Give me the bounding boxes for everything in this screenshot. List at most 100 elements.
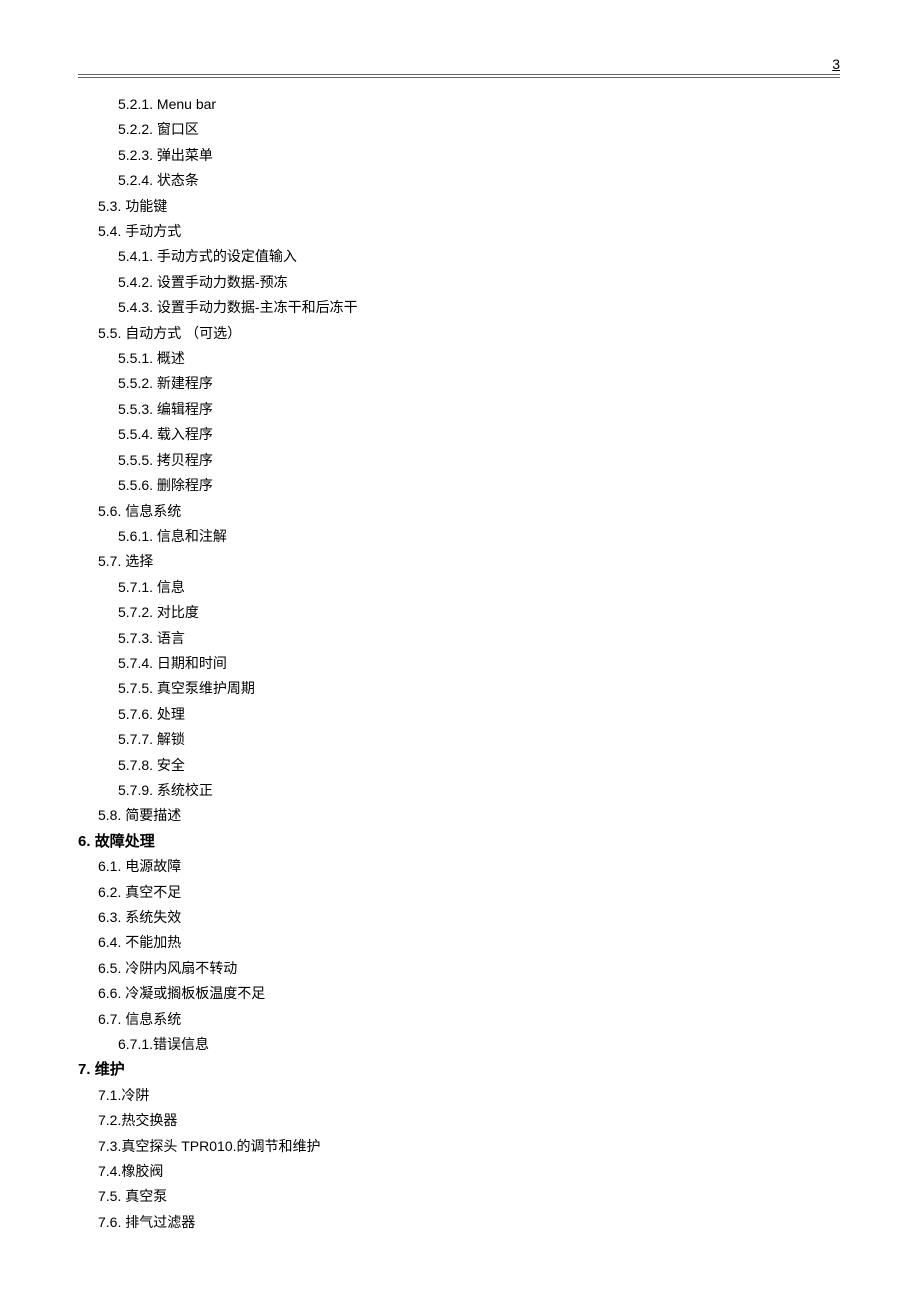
toc-number: 5.2.2.: [118, 121, 153, 137]
toc-title: 错误信息: [153, 1036, 209, 1052]
toc-entry: 6.5. 冷阱内风扇不转动: [78, 956, 840, 981]
toc-title: 橡胶阀: [121, 1163, 163, 1179]
toc-title: 编辑程序: [157, 401, 213, 417]
toc-entry: 7.4.橡胶阀: [78, 1159, 840, 1184]
document-page: 3 5.2.1. Menu bar5.2.2. 窗口区5.2.3. 弹出菜单5.…: [0, 0, 920, 1302]
toc-entry: 6.1. 电源故障: [78, 854, 840, 879]
toc-title: 设置手动力数据-主冻干和后冻干: [157, 299, 358, 315]
toc-number: 6.6.: [98, 985, 121, 1001]
toc-title: Menu bar: [157, 96, 216, 112]
header-rule-1: [78, 74, 840, 75]
toc-title: 简要描述: [125, 807, 181, 823]
toc-number: 7.3.: [98, 1138, 121, 1154]
toc-number: 5.5.3.: [118, 401, 153, 417]
toc-title: 热交换器: [121, 1112, 177, 1128]
toc-title: 不能加热: [125, 934, 181, 950]
toc-number: 7.2.: [98, 1112, 121, 1128]
toc-title: 自动方式 （可选）: [125, 325, 241, 341]
toc-number: 5.4.3.: [118, 299, 153, 315]
toc-title: 功能键: [125, 198, 167, 214]
toc-number: 5.3.: [98, 198, 121, 214]
toc-entry: 6.4. 不能加热: [78, 930, 840, 955]
toc-entry: 5.7.6. 处理: [78, 702, 840, 727]
toc-title: 系统校正: [157, 782, 213, 798]
toc-entry: 5.2.3. 弹出菜单: [78, 143, 840, 168]
toc-entry: 6.2. 真空不足: [78, 880, 840, 905]
toc-number: 5.6.1.: [118, 528, 153, 544]
toc-title: 新建程序: [157, 375, 213, 391]
toc-title: 冷阱内风扇不转动: [125, 960, 237, 976]
toc-number: 5.4.1.: [118, 248, 153, 264]
toc-number: 5.7.1.: [118, 579, 153, 595]
toc-entry: 5.8. 简要描述: [78, 803, 840, 828]
toc-entry: 5.7.8. 安全: [78, 753, 840, 778]
toc-number: 5.7.5.: [118, 680, 153, 696]
toc-number: 5.8.: [98, 807, 121, 823]
toc-number: 5.7.8.: [118, 757, 153, 773]
toc-title: 信息和注解: [157, 528, 227, 544]
toc-title: 信息系统: [125, 1011, 181, 1027]
toc-number: 5.5.2.: [118, 375, 153, 391]
toc-title: 日期和时间: [157, 655, 227, 671]
toc-entry: 5.7.4. 日期和时间: [78, 651, 840, 676]
toc-title: 系统失效: [125, 909, 181, 925]
toc-title: 处理: [157, 706, 185, 722]
table-of-contents: 5.2.1. Menu bar 5.2.2. 窗口区 5.2.3. 弹出菜单5.2.…: [78, 92, 840, 1235]
toc-number: 5.5.: [98, 325, 121, 341]
toc-number: 6.3.: [98, 909, 121, 925]
toc-entry: 5.7.5. 真空泵维护周期: [78, 676, 840, 701]
toc-title: 信息: [157, 579, 185, 595]
toc-number: 5.5.4.: [118, 426, 153, 442]
toc-number: 5.2.3.: [118, 147, 153, 163]
toc-number: 5.4.2.: [118, 274, 153, 290]
toc-title: 电源故障: [125, 858, 181, 874]
toc-title: 载入程序: [157, 426, 213, 442]
toc-entry: 5.2.1. Menu bar: [78, 92, 840, 117]
toc-number: 6.5.: [98, 960, 121, 976]
toc-title: 概述: [157, 350, 185, 366]
toc-entry: 5.5.5. 拷贝程序: [78, 448, 840, 473]
toc-title: 窗口区: [157, 121, 199, 137]
toc-entry: 5.5.3. 编辑程序: [78, 397, 840, 422]
toc-title: 真空不足: [125, 884, 181, 900]
toc-entry: 5.4.2. 设置手动力数据-预冻: [78, 270, 840, 295]
toc-number: 6.7.1.: [118, 1036, 153, 1052]
toc-title: 真空探头 TPR010.的调节和维护: [121, 1138, 320, 1154]
toc-entry: 5.5.2. 新建程序: [78, 371, 840, 396]
toc-title: 状态条: [157, 172, 199, 188]
toc-number: 6.4.: [98, 934, 121, 950]
toc-entry: 7.2.热交换器: [78, 1108, 840, 1133]
toc-title: 排气过滤器: [125, 1214, 195, 1230]
toc-number: 5.7.2.: [118, 604, 153, 620]
toc-title: 维护: [95, 1061, 125, 1078]
toc-entry: 5.2.4. 状态条: [78, 168, 840, 193]
toc-title: 设置手动力数据-预冻: [157, 274, 288, 290]
toc-title: 信息系统: [125, 503, 181, 519]
toc-number: 7.4.: [98, 1163, 121, 1179]
toc-title: 手动方式: [125, 223, 181, 239]
toc-title: 手动方式的设定值输入: [157, 248, 297, 264]
toc-title: 安全: [157, 757, 185, 773]
toc-number: 5.7.3.: [118, 630, 153, 646]
toc-title: 解锁: [157, 731, 185, 747]
toc-number: 7.: [78, 1061, 91, 1078]
toc-title: 冷凝或搁板板温度不足: [125, 985, 265, 1001]
toc-entry: 5.5.6. 删除程序: [78, 473, 840, 498]
toc-entry: 5.4.1. 手动方式的设定值输入: [78, 244, 840, 269]
toc-entry: 5.7.1. 信息: [78, 575, 840, 600]
toc-entry: 5.6. 信息系统: [78, 499, 840, 524]
toc-entry: 5.3. 功能键: [78, 194, 840, 219]
toc-title: 真空泵: [125, 1188, 167, 1204]
toc-number: 6.7.: [98, 1011, 121, 1027]
toc-entry: 6.3. 系统失效: [78, 905, 840, 930]
toc-title: 语言: [157, 630, 185, 646]
toc-number: 5.7.4.: [118, 655, 153, 671]
toc-number: 7.1.: [98, 1087, 121, 1103]
toc-entry: 7.5. 真空泵: [78, 1184, 840, 1209]
toc-entry: 5.7.2. 对比度: [78, 600, 840, 625]
header-rule-2: [78, 77, 840, 78]
toc-number: 5.6.: [98, 503, 121, 519]
toc-number: 5.5.6.: [118, 477, 153, 493]
page-number: 3: [832, 56, 840, 72]
toc-entry: 6.7.1.错误信息: [78, 1032, 840, 1057]
